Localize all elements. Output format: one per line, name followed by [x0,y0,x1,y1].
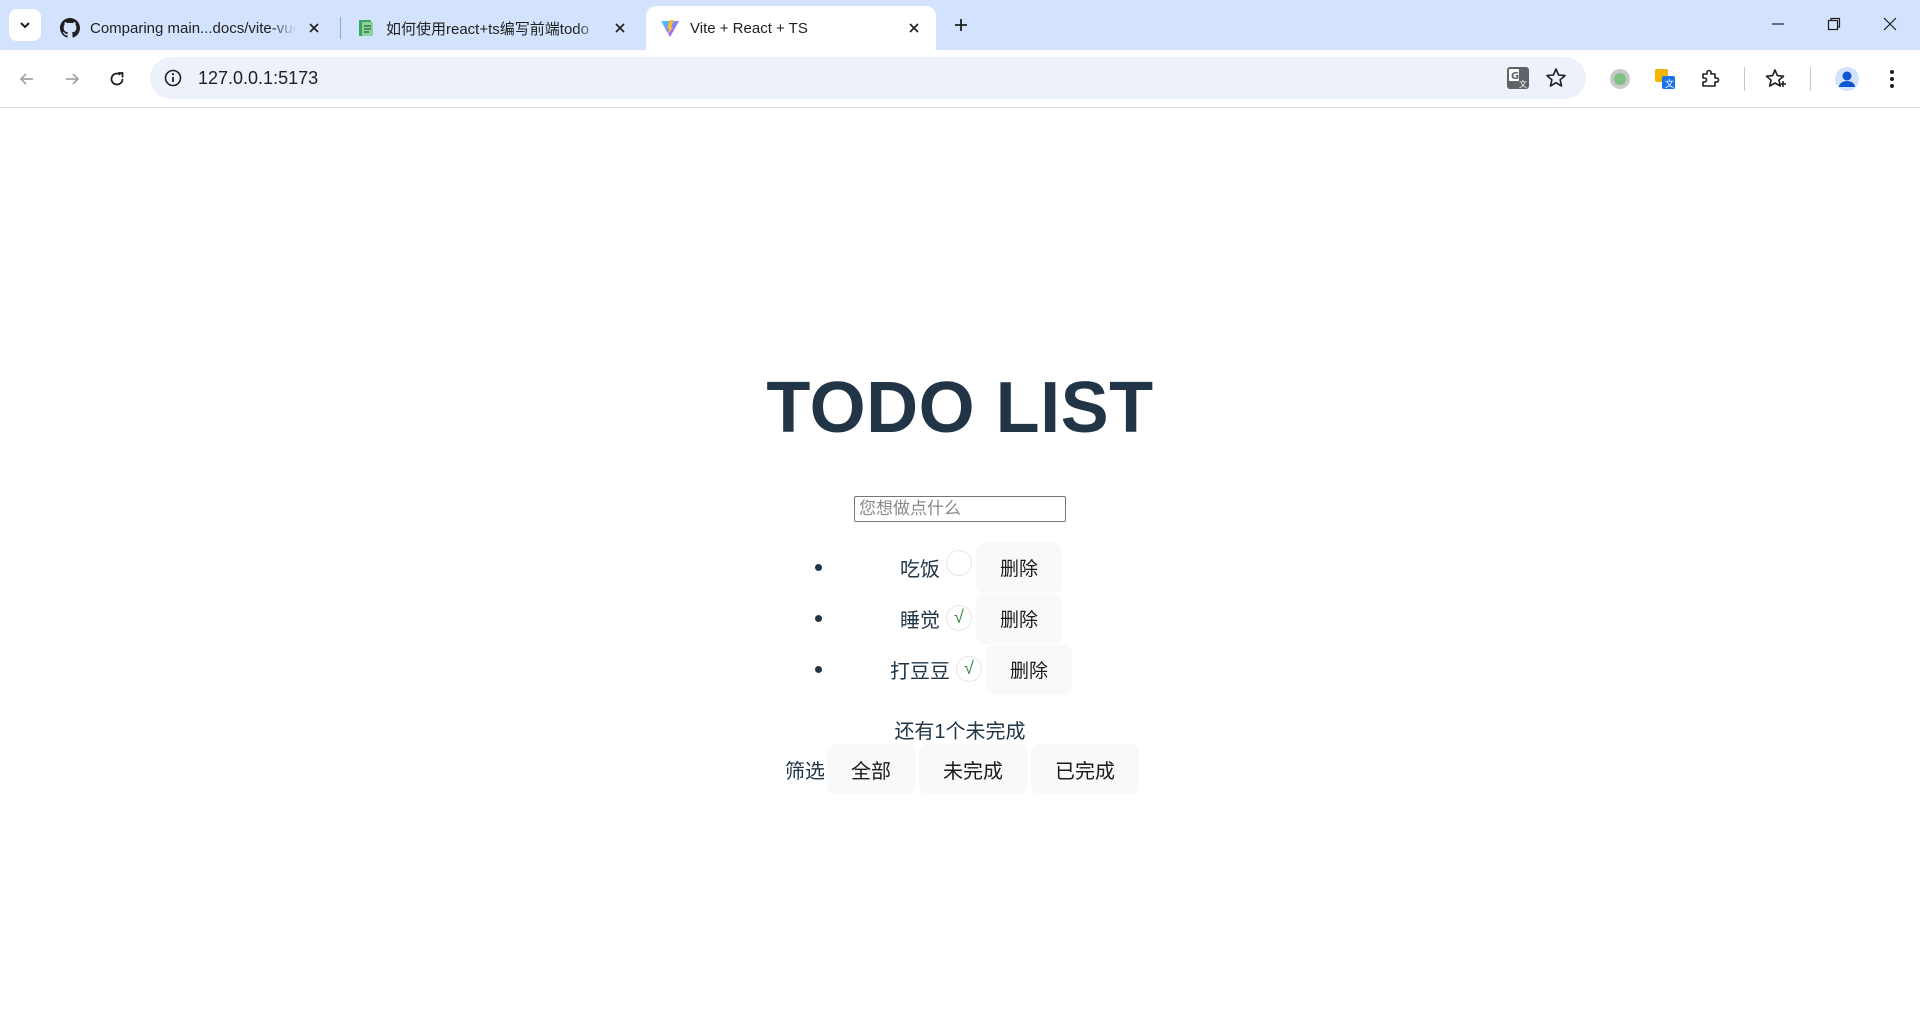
remaining-count: 还有1个未完成 [894,721,1026,743]
todo-toggle[interactable] [946,549,972,576]
page-content: TODO LIST 吃饭 删除 睡觉 √ 删除 打豆豆 √ 删除 [0,109,1920,1020]
bookmark-star-icon[interactable] [1544,66,1568,90]
todo-toggle[interactable]: √ [956,655,982,682]
profile-avatar-icon[interactable] [1833,65,1861,93]
arrow-left-icon [19,73,33,85]
vite-icon [660,18,680,38]
todo-toggle[interactable]: √ [946,604,972,631]
delete-button[interactable]: 删除 [986,644,1073,695]
translate-icon[interactable]: G文 [1506,66,1530,90]
list-item: 吃饭 删除 [0,542,1920,593]
svg-text:G: G [1511,71,1519,82]
bookmarks-icon[interactable] [1762,65,1790,93]
tab-search-button[interactable] [9,9,41,41]
list-item: 睡觉 √ 删除 [0,593,1920,644]
close-icon[interactable] [304,18,324,38]
filter-all-button[interactable]: 全部 [827,744,915,794]
translate-extension-icon[interactable]: 文 [1651,65,1679,93]
svg-text:文: 文 [1519,79,1527,89]
todo-text: 睡觉 [900,610,940,632]
extensions-puzzle-icon[interactable] [1696,65,1724,93]
address-bar[interactable]: 127.0.0.1:5173 G文 [150,57,1586,99]
forward-button[interactable] [54,61,90,97]
todo-row: 打豆豆 √ 删除 [890,644,1073,695]
minimize-icon [1772,23,1784,25]
toolbar-divider [1810,67,1811,91]
tab-title: 如何使用react+ts编写前端todo [386,20,589,38]
filter-active-button[interactable]: 未完成 [919,744,1027,794]
todo-list: 吃饭 删除 睡觉 √ 删除 打豆豆 √ 删除 [0,542,1920,695]
tab-title: Vite + React + TS [690,19,808,37]
tab-github[interactable]: Comparing main...docs/vite-vue3 [46,6,336,50]
minimize-button[interactable] [1750,0,1806,48]
extension-status-icon[interactable] [1606,65,1634,93]
site-info-icon[interactable] [162,67,184,89]
article-icon [356,18,376,38]
todo-text: 吃饭 [900,559,940,581]
delete-button[interactable]: 删除 [976,542,1063,593]
reload-button[interactable] [99,61,135,97]
browser-toolbar: 127.0.0.1:5173 G文 文 [0,50,1920,108]
todo-text: 打豆豆 [890,661,950,683]
todo-row: 吃饭 删除 [900,542,1063,593]
github-icon [60,18,80,38]
chevron-down-icon [20,22,30,29]
more-menu-icon[interactable] [1878,65,1906,93]
delete-button[interactable]: 删除 [976,593,1063,644]
close-icon[interactable] [610,18,630,38]
back-button[interactable] [9,61,45,97]
tab-article[interactable]: 如何使用react+ts编写前端todo [342,6,642,50]
arrow-right-icon [66,73,80,85]
toolbar-divider [1744,67,1745,91]
todo-input[interactable] [854,496,1066,522]
restore-icon [1827,17,1841,31]
bullet-icon [815,666,822,673]
filter-label: 筛选 [785,760,825,783]
reload-icon [110,72,124,86]
tab-strip: Comparing main...docs/vite-vue3 如何使用reac… [0,0,1920,50]
bullet-icon [815,564,822,571]
new-tab-button[interactable] [944,10,978,40]
plus-icon [955,19,967,31]
tab-separator [340,17,341,39]
list-item: 打豆豆 √ 删除 [0,644,1920,695]
tab-vite-react[interactable]: Vite + React + TS [646,6,936,50]
bullet-icon [815,615,822,622]
close-icon[interactable] [904,18,924,38]
page-title: TODO LIST [766,368,1154,448]
svg-text:文: 文 [1665,78,1674,90]
close-icon [1883,17,1897,31]
restore-button[interactable] [1806,0,1862,48]
close-window-button[interactable] [1862,0,1918,48]
filter-bar: 筛选 全部 未完成 已完成 [785,744,1143,794]
tab-title: Comparing main...docs/vite-vue3 [90,19,296,37]
todo-row: 睡觉 √ 删除 [900,593,1063,644]
filter-completed-button[interactable]: 已完成 [1031,744,1139,794]
address-text: 127.0.0.1:5173 [198,68,319,88]
